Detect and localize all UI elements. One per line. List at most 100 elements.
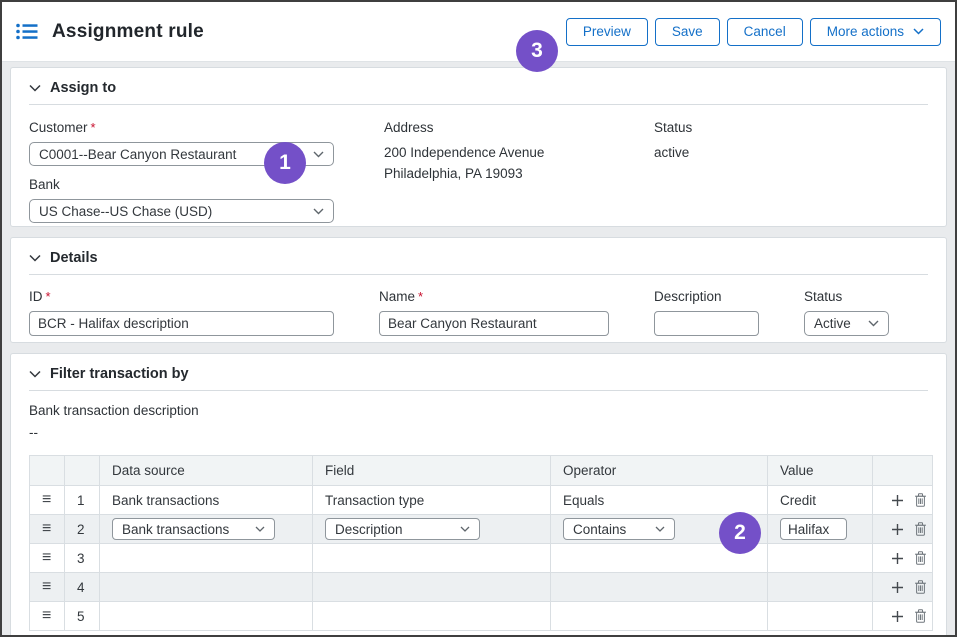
column-header-field: Field bbox=[313, 456, 551, 486]
row-number: 2 bbox=[65, 515, 100, 544]
id-label: ID* bbox=[29, 289, 334, 304]
more-actions-button[interactable]: More actions bbox=[810, 18, 941, 46]
cell-data-source bbox=[100, 573, 313, 602]
add-row-button[interactable] bbox=[891, 610, 904, 623]
assign-to-panel: Assign to Customer* C0001--Bear Canyon R… bbox=[10, 67, 947, 227]
required-asterisk: * bbox=[418, 289, 423, 304]
collapse-chevron-icon[interactable] bbox=[29, 84, 41, 92]
chevron-down-icon bbox=[313, 208, 324, 215]
field-dropdown-value: Description bbox=[335, 522, 403, 537]
id-field[interactable] bbox=[29, 311, 334, 336]
handle-column-header bbox=[30, 456, 65, 486]
table-row-1: ≡ 1 Bank transactions Transaction type E… bbox=[30, 486, 933, 515]
column-header-operator: Operator bbox=[551, 456, 768, 486]
cell-field bbox=[313, 544, 551, 573]
cell-data-source: Bank transactions bbox=[100, 486, 313, 515]
drag-handle-icon[interactable]: ≡ bbox=[42, 492, 51, 508]
delete-row-button[interactable] bbox=[914, 522, 927, 536]
address-line-2: Philadelphia, PA 19093 bbox=[384, 163, 654, 184]
description-label: Description bbox=[654, 289, 759, 304]
name-field[interactable] bbox=[379, 311, 609, 336]
description-field[interactable] bbox=[654, 311, 759, 336]
required-asterisk: * bbox=[46, 289, 51, 304]
add-row-button[interactable] bbox=[891, 494, 904, 507]
rule-status-dropdown[interactable]: Active bbox=[804, 311, 889, 336]
cell-field bbox=[313, 573, 551, 602]
rule-status-label: Status bbox=[804, 289, 889, 304]
add-row-button[interactable] bbox=[891, 581, 904, 594]
operator-dropdown-value: Contains bbox=[573, 522, 626, 537]
row-number: 5 bbox=[65, 602, 100, 631]
customer-dropdown-value: C0001--Bear Canyon Restaurant bbox=[39, 147, 236, 162]
chevron-down-icon bbox=[313, 151, 324, 158]
filter-rules-table: Data source Field Operator Value ≡ 1 Ban… bbox=[29, 455, 933, 631]
chevron-down-icon bbox=[255, 526, 265, 532]
assignment-rule-window: Assignment rule Preview Save Cancel More… bbox=[0, 0, 957, 637]
delete-row-button[interactable] bbox=[914, 551, 927, 565]
trash-icon bbox=[914, 522, 927, 536]
add-row-button[interactable] bbox=[891, 552, 904, 565]
name-label: Name* bbox=[379, 289, 609, 304]
table-row-2: ≡ 2 Bank transactions Description Contai… bbox=[30, 515, 933, 544]
rule-status-value: Active bbox=[814, 316, 851, 331]
column-header-data-source: Data source bbox=[100, 456, 313, 486]
operator-dropdown[interactable]: Contains bbox=[563, 518, 675, 540]
add-row-button[interactable] bbox=[891, 523, 904, 536]
table-header-row: Data source Field Operator Value bbox=[30, 456, 933, 486]
section-title-details: Details bbox=[50, 250, 98, 266]
cancel-button[interactable]: Cancel bbox=[727, 18, 803, 46]
annotation-step-3: 3 bbox=[516, 30, 558, 72]
customer-status-label: Status bbox=[654, 120, 692, 135]
value-field[interactable] bbox=[780, 518, 847, 540]
cell-data-source bbox=[100, 602, 313, 631]
column-header-value: Value bbox=[768, 456, 873, 486]
cell-value: Credit bbox=[768, 486, 873, 515]
plus-icon bbox=[891, 610, 904, 623]
table-row-3: ≡ 3 bbox=[30, 544, 933, 573]
details-panel: Details ID* Name* Description Status Act… bbox=[10, 237, 947, 343]
plus-icon bbox=[891, 523, 904, 536]
data-source-dropdown-value: Bank transactions bbox=[122, 522, 229, 537]
cell-value bbox=[768, 544, 873, 573]
chevron-down-icon bbox=[868, 320, 879, 327]
drag-handle-icon[interactable]: ≡ bbox=[42, 608, 51, 624]
plus-icon bbox=[891, 581, 904, 594]
filter-header: Filter transaction by bbox=[29, 366, 928, 391]
drag-handle-icon[interactable]: ≡ bbox=[42, 521, 51, 537]
address-label: Address bbox=[384, 120, 654, 135]
section-title-assign-to: Assign to bbox=[50, 80, 116, 96]
filter-panel: Filter transaction by Bank transaction d… bbox=[10, 353, 947, 637]
details-header: Details bbox=[29, 250, 928, 275]
table-row-5: ≡ 5 bbox=[30, 602, 933, 631]
save-button[interactable]: Save bbox=[655, 18, 720, 46]
assign-to-header: Assign to bbox=[29, 80, 928, 105]
bank-transaction-description-value: -- bbox=[29, 425, 928, 440]
cell-operator bbox=[551, 573, 768, 602]
required-asterisk: * bbox=[91, 120, 96, 135]
number-column-header bbox=[65, 456, 100, 486]
drag-handle-icon[interactable]: ≡ bbox=[42, 550, 51, 566]
preview-button[interactable]: Preview bbox=[566, 18, 648, 46]
annotation-step-2: 2 bbox=[719, 512, 761, 554]
delete-row-button[interactable] bbox=[914, 580, 927, 594]
cell-data-source bbox=[100, 544, 313, 573]
trash-icon bbox=[914, 551, 927, 565]
row-number: 4 bbox=[65, 573, 100, 602]
collapse-chevron-icon[interactable] bbox=[29, 254, 41, 262]
trash-icon bbox=[914, 609, 927, 623]
more-actions-label: More actions bbox=[827, 24, 904, 39]
data-source-dropdown[interactable]: Bank transactions bbox=[112, 518, 275, 540]
field-dropdown[interactable]: Description bbox=[325, 518, 480, 540]
plus-icon bbox=[891, 494, 904, 507]
chevron-down-icon bbox=[460, 526, 470, 532]
collapse-chevron-icon[interactable] bbox=[29, 370, 41, 378]
bank-dropdown[interactable]: US Chase--US Chase (USD) bbox=[29, 199, 334, 223]
cell-field: Transaction type bbox=[313, 486, 551, 515]
drag-handle-icon[interactable]: ≡ bbox=[42, 579, 51, 595]
annotation-step-1: 1 bbox=[264, 142, 306, 184]
delete-row-button[interactable] bbox=[914, 493, 927, 507]
delete-row-button[interactable] bbox=[914, 609, 927, 623]
row-number: 1 bbox=[65, 486, 100, 515]
actions-column-header bbox=[873, 456, 933, 486]
bank-dropdown-value: US Chase--US Chase (USD) bbox=[39, 204, 212, 219]
